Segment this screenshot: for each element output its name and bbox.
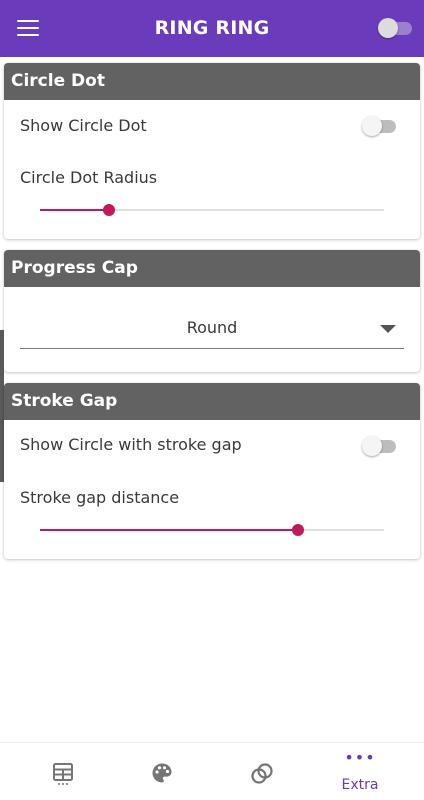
toggle-thumb [378, 18, 398, 38]
rings-icon [251, 763, 273, 784]
nav-label-extra: Extra [341, 777, 379, 793]
show-stroke-gap-switch[interactable] [362, 435, 398, 457]
stroke-gap-distance-slider[interactable] [40, 520, 384, 540]
nav-item-palette[interactable] [108, 743, 214, 800]
show-stroke-gap-label: Show Circle with stroke gap [20, 435, 242, 454]
slider-fill [40, 529, 298, 531]
app-bar-toggle[interactable] [378, 18, 414, 40]
show-circle-dot-label: Show Circle Dot [20, 116, 147, 135]
app-bar: RING RING [0, 0, 424, 57]
dropdown-arrow-icon [380, 325, 396, 333]
switch-thumb [362, 436, 382, 456]
stroke-gap-header: Stroke Gap [4, 383, 420, 420]
more-dots-icon: ••• [344, 748, 376, 767]
stroke-gap-card: Stroke Gap Show Circle with stroke gap S… [4, 383, 420, 559]
progress-cap-selected: Round [186, 318, 238, 337]
table-grid-icon [53, 763, 73, 785]
circle-dot-radius-slider[interactable] [40, 200, 384, 220]
progress-cap-header: Progress Cap [4, 250, 420, 287]
progress-cap-dropdown[interactable]: Round [20, 309, 404, 349]
slider-thumb[interactable] [292, 524, 304, 536]
progress-cap-card: Progress Cap Round [4, 250, 420, 372]
circle-dot-card: Circle Dot Show Circle Dot Circle Dot Ra… [4, 63, 420, 239]
slider-thumb[interactable] [102, 204, 115, 216]
nav-item-table[interactable] [9, 743, 115, 800]
stroke-gap-distance-label: Stroke gap distance [20, 488, 180, 507]
show-circle-dot-switch[interactable] [362, 115, 398, 137]
palette-icon [152, 763, 172, 783]
switch-thumb [362, 116, 382, 136]
slider-fill [40, 209, 109, 211]
circle-dot-radius-label: Circle Dot Radius [20, 168, 158, 187]
nav-item-rings[interactable] [207, 743, 313, 800]
circle-dot-header: Circle Dot [4, 63, 420, 100]
app-title: RING RING [154, 17, 270, 39]
nav-item-extra[interactable]: ••• Extra [307, 743, 413, 800]
bottom-navigation: ••• Extra [0, 742, 424, 800]
